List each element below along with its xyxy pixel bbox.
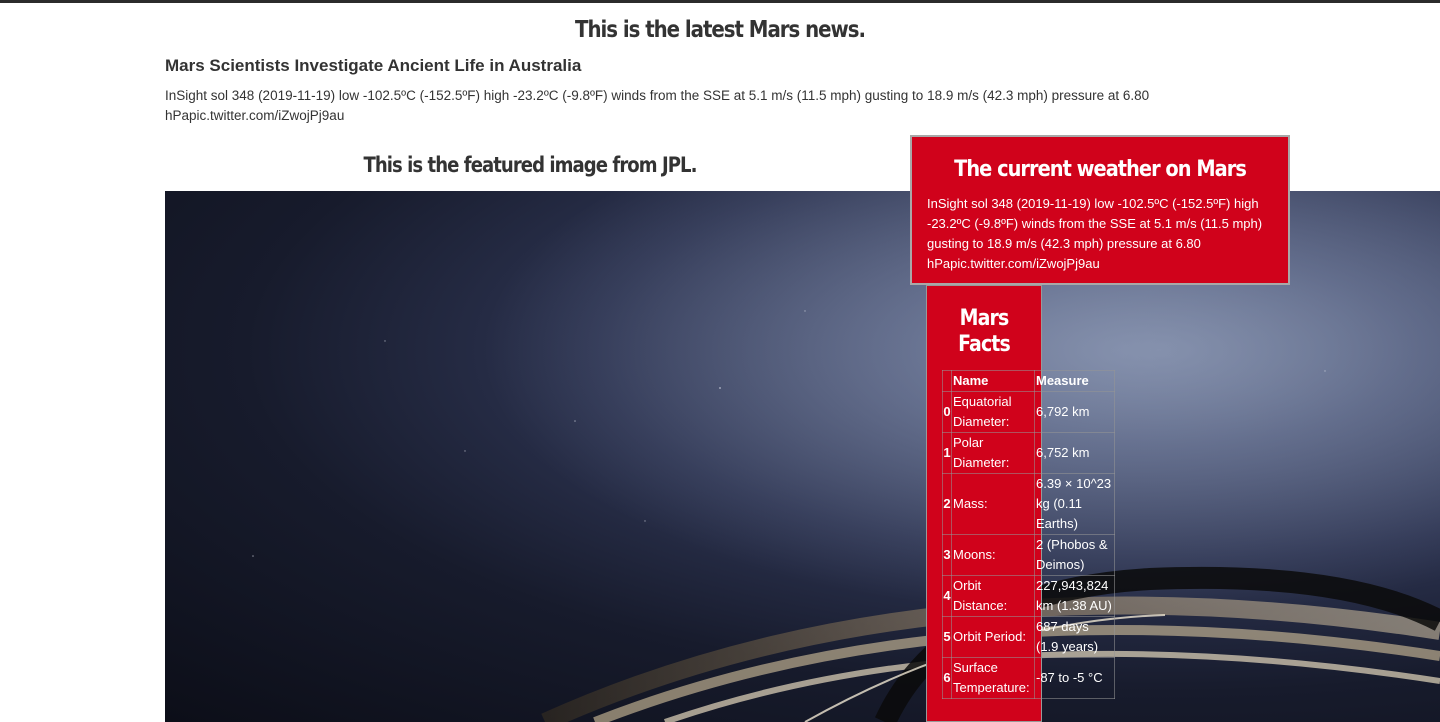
- fact-name: Surface Temperature:: [951, 657, 1035, 699]
- fact-measure: 6,792 km: [1034, 391, 1115, 433]
- news-title: Mars Scientists Investigate Ancient Life…: [165, 56, 582, 75]
- top-border: [0, 0, 1440, 3]
- table-row: 5 Orbit Period: 687 days (1.9 years): [942, 616, 1115, 658]
- featured-image-heading: This is the featured image from JPL.: [363, 153, 697, 177]
- mars-weather-panel: The current weather on Mars InSight sol …: [910, 135, 1290, 285]
- column-header-measure: Measure: [1034, 370, 1115, 392]
- table-row: 2 Mass: 6.39 × 10^23 kg (0.11 Earths): [942, 473, 1115, 535]
- table-row: 1 Polar Diameter: 6,752 km: [942, 432, 1115, 474]
- fact-name: Orbit Period:: [951, 616, 1035, 658]
- row-index: 5: [942, 616, 952, 658]
- row-index: 6: [942, 657, 952, 699]
- table-row: 3 Moons: 2 (Phobos & Deimos): [942, 534, 1115, 576]
- fact-measure: 2 (Phobos & Deimos): [1034, 534, 1115, 576]
- row-index: 3: [942, 534, 952, 576]
- index-header: [942, 370, 952, 392]
- weather-text: InSight sol 348 (2019-11-19) low -102.5º…: [927, 196, 1263, 271]
- table-row: 0 Equatorial Diameter: 6,792 km: [942, 391, 1115, 433]
- fact-name: Equatorial Diameter:: [951, 391, 1035, 433]
- fact-measure: 6,752 km: [1034, 432, 1115, 474]
- mars-facts-table: Name Measure 0 Equatorial Diameter: 6,79…: [942, 370, 1115, 699]
- page-title: This is the latest Mars news.: [575, 17, 866, 43]
- news-body: InSight sol 348 (2019-11-19) low -102.5º…: [165, 88, 1150, 123]
- row-index: 1: [942, 432, 952, 474]
- fact-measure: -87 to -5 °C: [1034, 657, 1115, 699]
- row-index: 4: [942, 575, 952, 617]
- fact-name: Moons:: [951, 534, 1035, 576]
- column-header-name: Name: [951, 370, 1035, 392]
- table-row: 6 Surface Temperature: -87 to -5 °C: [942, 657, 1115, 699]
- row-index: 2: [942, 473, 952, 535]
- fact-measure: 6.39 × 10^23 kg (0.11 Earths): [1034, 473, 1115, 535]
- facts-heading-line1: Mars: [959, 306, 1010, 331]
- fact-name: Mass:: [951, 473, 1035, 535]
- weather-heading: The current weather on Mars: [954, 157, 1247, 182]
- fact-name: Orbit Distance:: [951, 575, 1035, 617]
- table-header-row: Name Measure: [942, 370, 1115, 392]
- table-row: 4 Orbit Distance: 227,943,824 km (1.38 A…: [942, 575, 1115, 617]
- fact-measure: 227,943,824 km (1.38 AU): [1034, 575, 1115, 617]
- facts-heading: Mars Facts: [934, 306, 1034, 358]
- fact-measure: 687 days (1.9 years): [1034, 616, 1115, 658]
- fact-name: Polar Diameter:: [951, 432, 1035, 474]
- row-index: 0: [942, 391, 952, 433]
- facts-heading-line2: Facts: [958, 332, 1011, 357]
